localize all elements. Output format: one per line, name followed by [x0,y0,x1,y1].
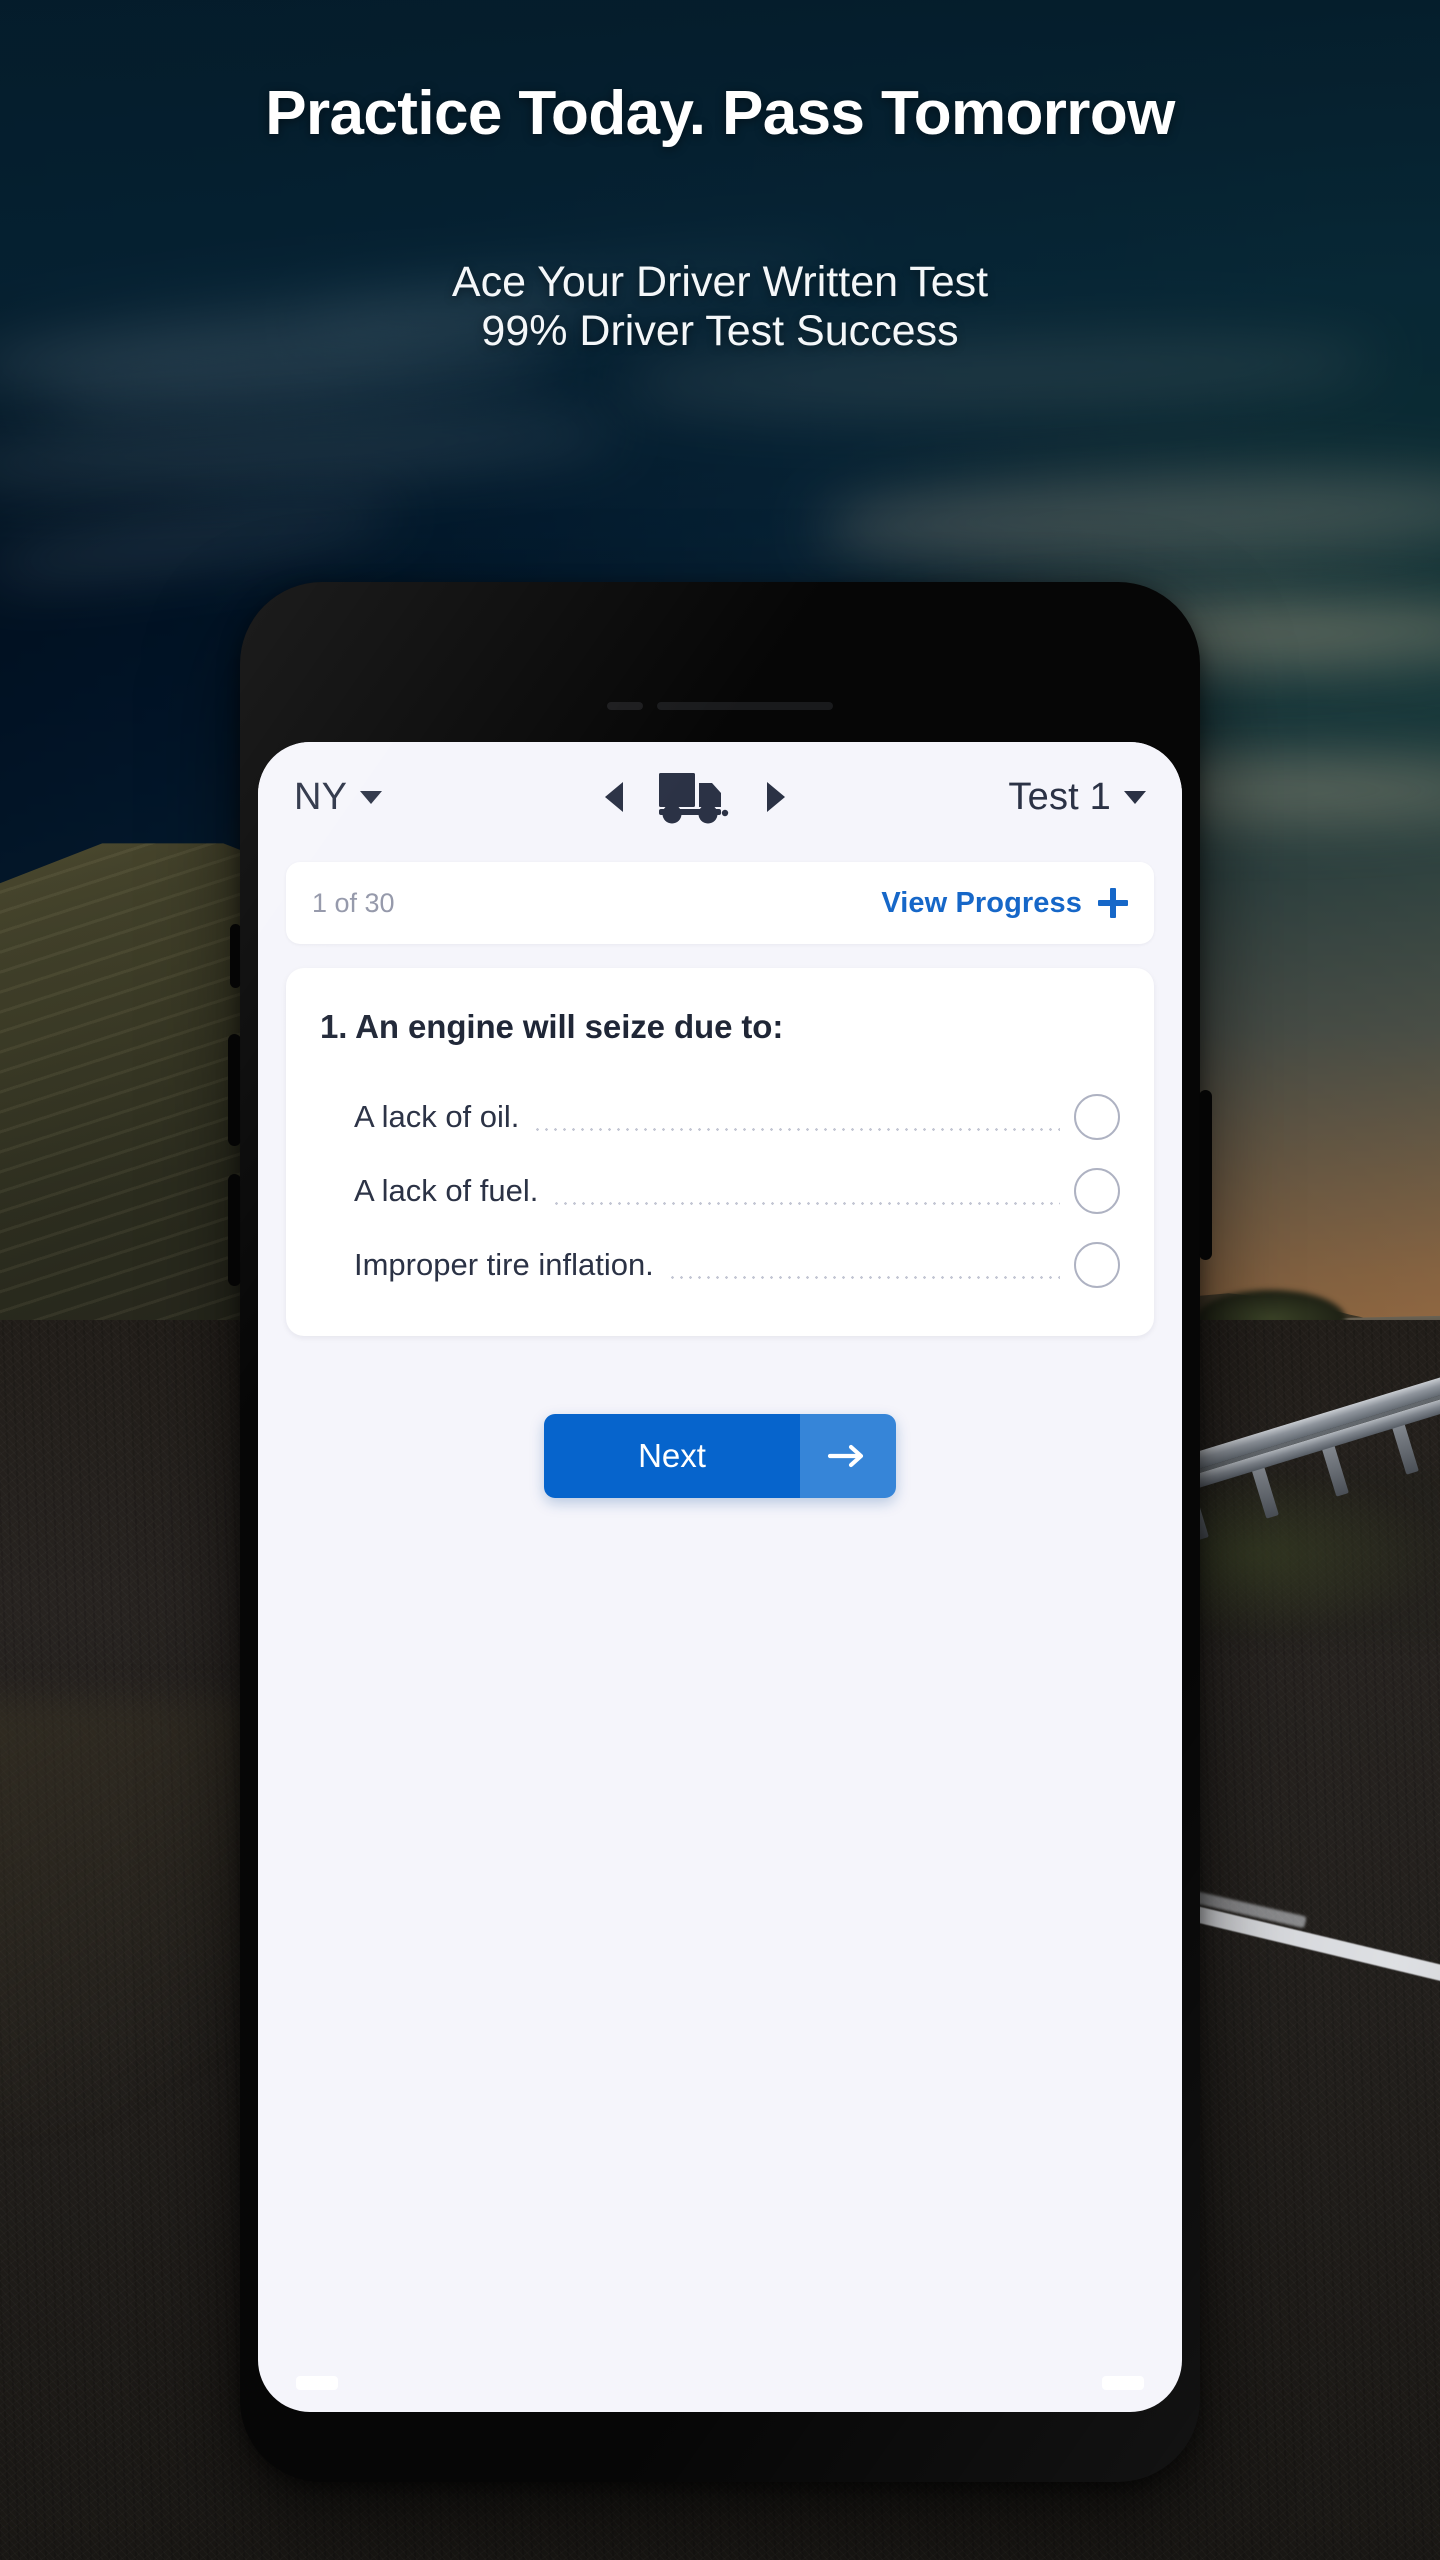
home-indicator-right [1102,2376,1144,2390]
dotted-leader [667,1268,1060,1282]
next-button[interactable]: Next [544,1414,896,1498]
triangle-left-icon[interactable] [605,782,624,812]
answer-option-label: A lack of fuel. [354,1173,539,1208]
next-button-label: Next [544,1414,800,1498]
progress-card: 1 of 30 View Progress [286,862,1154,944]
question-title: 1. An engine will seize due to: [320,1008,784,1045]
state-selector[interactable]: NY [294,775,383,819]
test-selector-value: Test 1 [1008,775,1111,818]
answer-option[interactable]: A lack of fuel. [320,1154,1120,1228]
dotted-leader [552,1194,1060,1208]
phone-power-button[interactable] [1199,1090,1212,1260]
answer-option-label: A lack of oil. [354,1099,520,1134]
truck-icon [659,773,729,824]
app-header: NY Test 1 [258,742,1182,852]
question-card: 1. An engine will seize due to: A lack o… [286,968,1154,1336]
phone-volume-down-button[interactable] [228,1174,241,1286]
answer-option[interactable]: A lack of oil. [320,1080,1120,1154]
view-progress-label: View Progress [881,886,1082,919]
promo-subline-1: Ace Your Driver Written Test [451,258,989,306]
question-count: 1 of 30 [312,887,395,918]
phone-mute-switch[interactable] [230,924,241,988]
phone-screen: NY Test 1 1 of 30 View Progress 1. An en… [258,742,1182,2412]
promo-subheadline: Ace Your Driver Written Test 99% Driver … [0,258,1440,355]
promo-subline-2: 99% Driver Test Success [481,306,959,355]
promo-headline: Practice Today. Pass Tomorrow [265,79,1175,148]
answer-radio-button[interactable] [1074,1242,1120,1288]
state-selector-value: NY [294,775,348,818]
phone-volume-up-button[interactable] [228,1034,241,1146]
home-indicator-left [296,2376,338,2390]
arrow-right-icon [827,1444,864,1468]
next-button-arrow[interactable] [800,1414,896,1498]
answer-options-list: A lack of oil. A lack of fuel. Improper … [320,1080,1120,1302]
triangle-right-icon[interactable] [767,782,786,812]
chevron-down-icon [360,790,383,804]
phone-camera-dot [607,702,643,710]
plus-icon [1098,888,1128,918]
next-button-container: Next [258,1414,1182,1498]
phone-speaker-grille [657,702,833,710]
phone-earpiece [240,702,1200,710]
test-selector[interactable]: Test 1 [1008,776,1146,819]
answer-option[interactable]: Improper tire inflation. [320,1228,1120,1302]
vehicle-type-nav [382,769,1008,825]
view-progress-button[interactable]: View Progress [881,887,1128,920]
chevron-down-icon [1124,790,1146,804]
answer-radio-button[interactable] [1074,1168,1120,1214]
dotted-leader [533,1120,1060,1134]
answer-radio-button[interactable] [1074,1094,1120,1140]
phone-mockup: NY Test 1 1 of 30 View Progress 1. An en… [228,582,1212,2482]
answer-option-label: Improper tire inflation. [354,1247,654,1282]
